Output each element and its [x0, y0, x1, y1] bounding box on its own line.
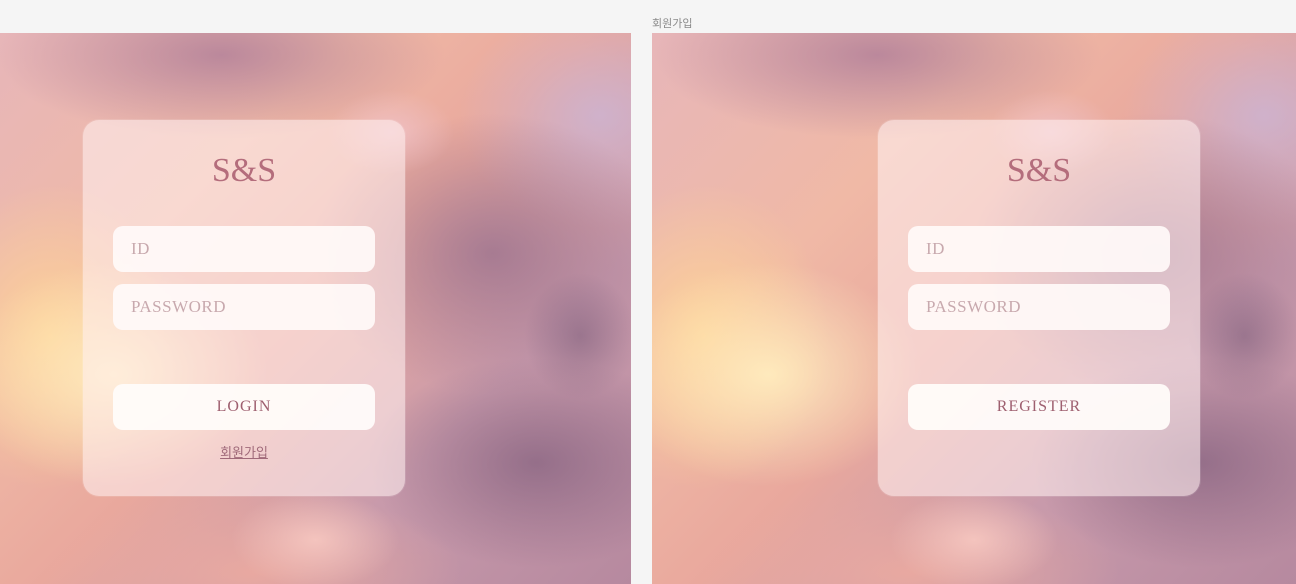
logo: S&S — [1006, 152, 1072, 189]
register-card: S&S REGISTER — [878, 120, 1200, 496]
register-button[interactable]: REGISTER — [908, 384, 1170, 430]
login-screen: S&S LOGIN 회원가입 — [0, 33, 631, 584]
id-input[interactable] — [113, 226, 375, 272]
login-card: S&S LOGIN 회원가입 — [83, 120, 405, 496]
logo: S&S — [211, 152, 277, 189]
register-screen: S&S REGISTER — [652, 33, 1296, 584]
password-input[interactable] — [113, 284, 375, 330]
password-input[interactable] — [908, 284, 1170, 330]
id-input[interactable] — [908, 226, 1170, 272]
login-button[interactable]: LOGIN — [113, 384, 375, 430]
signup-link[interactable]: 회원가입 — [83, 442, 405, 461]
register-frame-label: 회원가입 — [652, 18, 693, 30]
